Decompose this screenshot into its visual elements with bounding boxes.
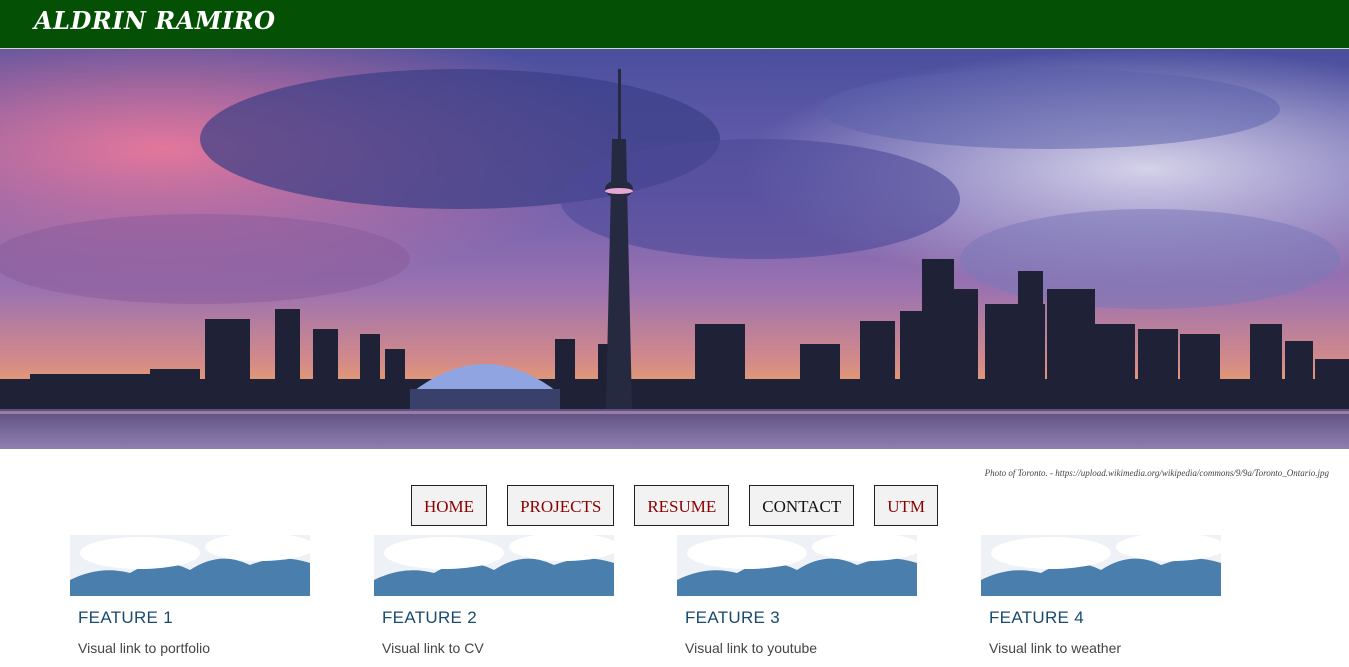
nav-projects[interactable]: PROJECTS: [507, 485, 615, 526]
feature-card-4[interactable]: FEATURE 4 Visual link to weather: [981, 535, 1221, 656]
feature-card-3[interactable]: FEATURE 3 Visual link to youtube: [677, 535, 917, 656]
main-nav: HOME PROJECTS RESUME CONTACT UTM: [0, 485, 1349, 526]
nav-utm[interactable]: UTM: [874, 485, 938, 526]
toronto-skyline-image: [0, 49, 1349, 449]
feature-description: Visual link to weather: [989, 640, 1122, 656]
feature-description: Visual link to youtube: [685, 640, 818, 656]
hero-banner: [0, 49, 1349, 449]
site-header: ALDRIN RAMIRO: [0, 0, 1349, 49]
site-brand[interactable]: ALDRIN RAMIRO: [34, 6, 275, 35]
nav-home[interactable]: HOME: [411, 485, 488, 526]
nav-resume[interactable]: RESUME: [634, 485, 730, 526]
feature-title[interactable]: FEATURE 2: [382, 608, 614, 628]
feature-thumbnail-clouds[interactable]: [981, 535, 1221, 596]
feature-thumbnail-clouds[interactable]: [70, 535, 310, 596]
feature-thumbnail-clouds[interactable]: [677, 535, 917, 596]
hero-photo-caption: Photo of Toronto. - https://upload.wikim…: [984, 468, 1329, 478]
feature-card-1[interactable]: FEATURE 1 Visual link to portfolio: [70, 535, 310, 656]
feature-thumbnail-clouds[interactable]: [374, 535, 614, 596]
feature-description: Visual link to CV: [382, 640, 484, 656]
feature-description: Visual link to portfolio: [78, 640, 211, 656]
feature-card-2[interactable]: FEATURE 2 Visual link to CV: [374, 535, 614, 656]
feature-title[interactable]: FEATURE 3: [685, 608, 917, 628]
feature-title[interactable]: FEATURE 1: [78, 608, 310, 628]
feature-title[interactable]: FEATURE 4: [989, 608, 1221, 628]
nav-contact[interactable]: CONTACT: [749, 485, 855, 526]
